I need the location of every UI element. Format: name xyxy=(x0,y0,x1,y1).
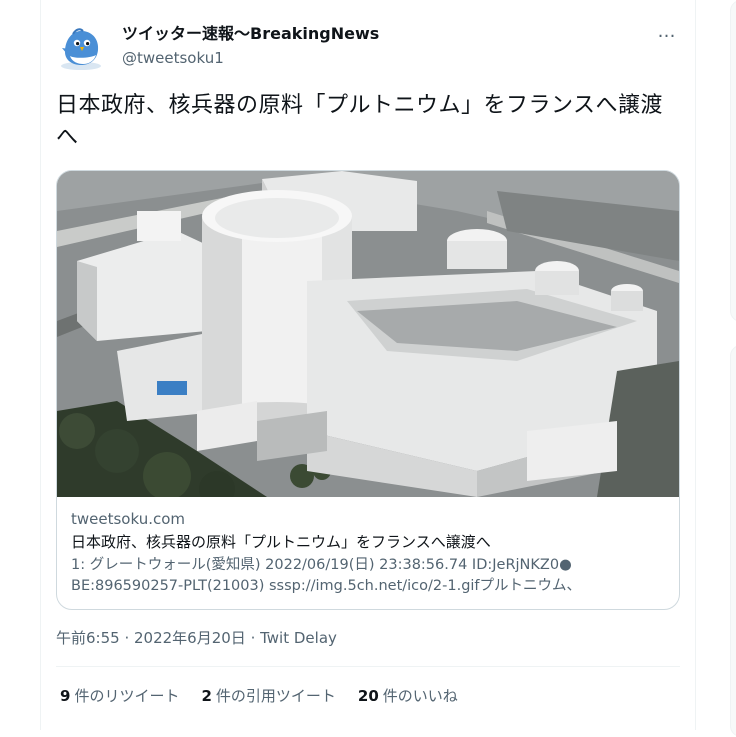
author-display-name[interactable]: ツイッター速報〜BreakingNews xyxy=(122,24,379,44)
card-description: 1: グレートウォール(愛知県) 2022/06/19(日) 23:38:56.… xyxy=(71,555,665,597)
likes-stat[interactable]: 20 件のいいね xyxy=(358,686,458,706)
tweet-meta: 午前6:55 · 2022年6月20日 · Twit Delay xyxy=(56,628,680,648)
sidebar-card-edge-2 xyxy=(730,345,736,737)
author-block: ツイッター速報〜BreakingNews @tweetsoku1 xyxy=(122,24,379,68)
column-border-right xyxy=(695,0,696,730)
author-handle[interactable]: @tweetsoku1 xyxy=(122,48,379,68)
link-card[interactable]: tweetsoku.com 日本政府、核兵器の原料「プルトニウム」をフランスへ譲… xyxy=(56,170,680,610)
tweet-header: ツイッター速報〜BreakingNews @tweetsoku1 … xyxy=(56,14,680,74)
retweets-stat[interactable]: 9 件のリツイート xyxy=(60,686,179,706)
column-border-left xyxy=(40,0,41,730)
sidebar-card-edge xyxy=(730,0,736,322)
quotes-count: 2 xyxy=(201,687,212,705)
retweets-count: 9 xyxy=(60,687,71,705)
bird-avatar-icon[interactable] xyxy=(56,22,106,72)
quotes-stat[interactable]: 2 件の引用ツイート xyxy=(201,686,335,706)
likes-label: 件のいいね xyxy=(382,687,458,705)
retweets-label: 件のリツイート xyxy=(74,687,180,705)
card-description-line-2: BE:896590257-PLT(21003) sssp://img.5ch.n… xyxy=(71,578,582,594)
card-image[interactable] xyxy=(57,171,679,497)
tweet-source[interactable]: Twit Delay xyxy=(260,629,337,647)
tweet-stats: 9 件のリツイート 2 件の引用ツイート 20 件のいいね xyxy=(56,667,680,706)
tweet-timestamp[interactable]: 午前6:55 · 2022年6月20日 xyxy=(56,629,246,647)
meta-separator: · xyxy=(245,629,261,647)
tweet-text: 日本政府、核兵器の原料「プルトニウム」をフランスへ譲渡へ xyxy=(56,93,664,150)
more-options-icon[interactable]: … xyxy=(654,23,678,44)
card-domain[interactable]: tweetsoku.com xyxy=(71,509,665,529)
card-body: tweetsoku.com 日本政府、核兵器の原料「プルトニウム」をフランスへ譲… xyxy=(57,497,679,609)
card-title[interactable]: 日本政府、核兵器の原料「プルトニウム」をフランスへ譲渡へ xyxy=(71,532,665,552)
card-description-line-1: 1: グレートウォール(愛知県) 2022/06/19(日) 23:38:56.… xyxy=(71,557,572,573)
quotes-label: 件の引用ツイート xyxy=(215,687,336,705)
likes-count: 20 xyxy=(357,687,379,705)
tweet-detail: ツイッター速報〜BreakingNews @tweetsoku1 … 日本政府、… xyxy=(56,14,680,706)
